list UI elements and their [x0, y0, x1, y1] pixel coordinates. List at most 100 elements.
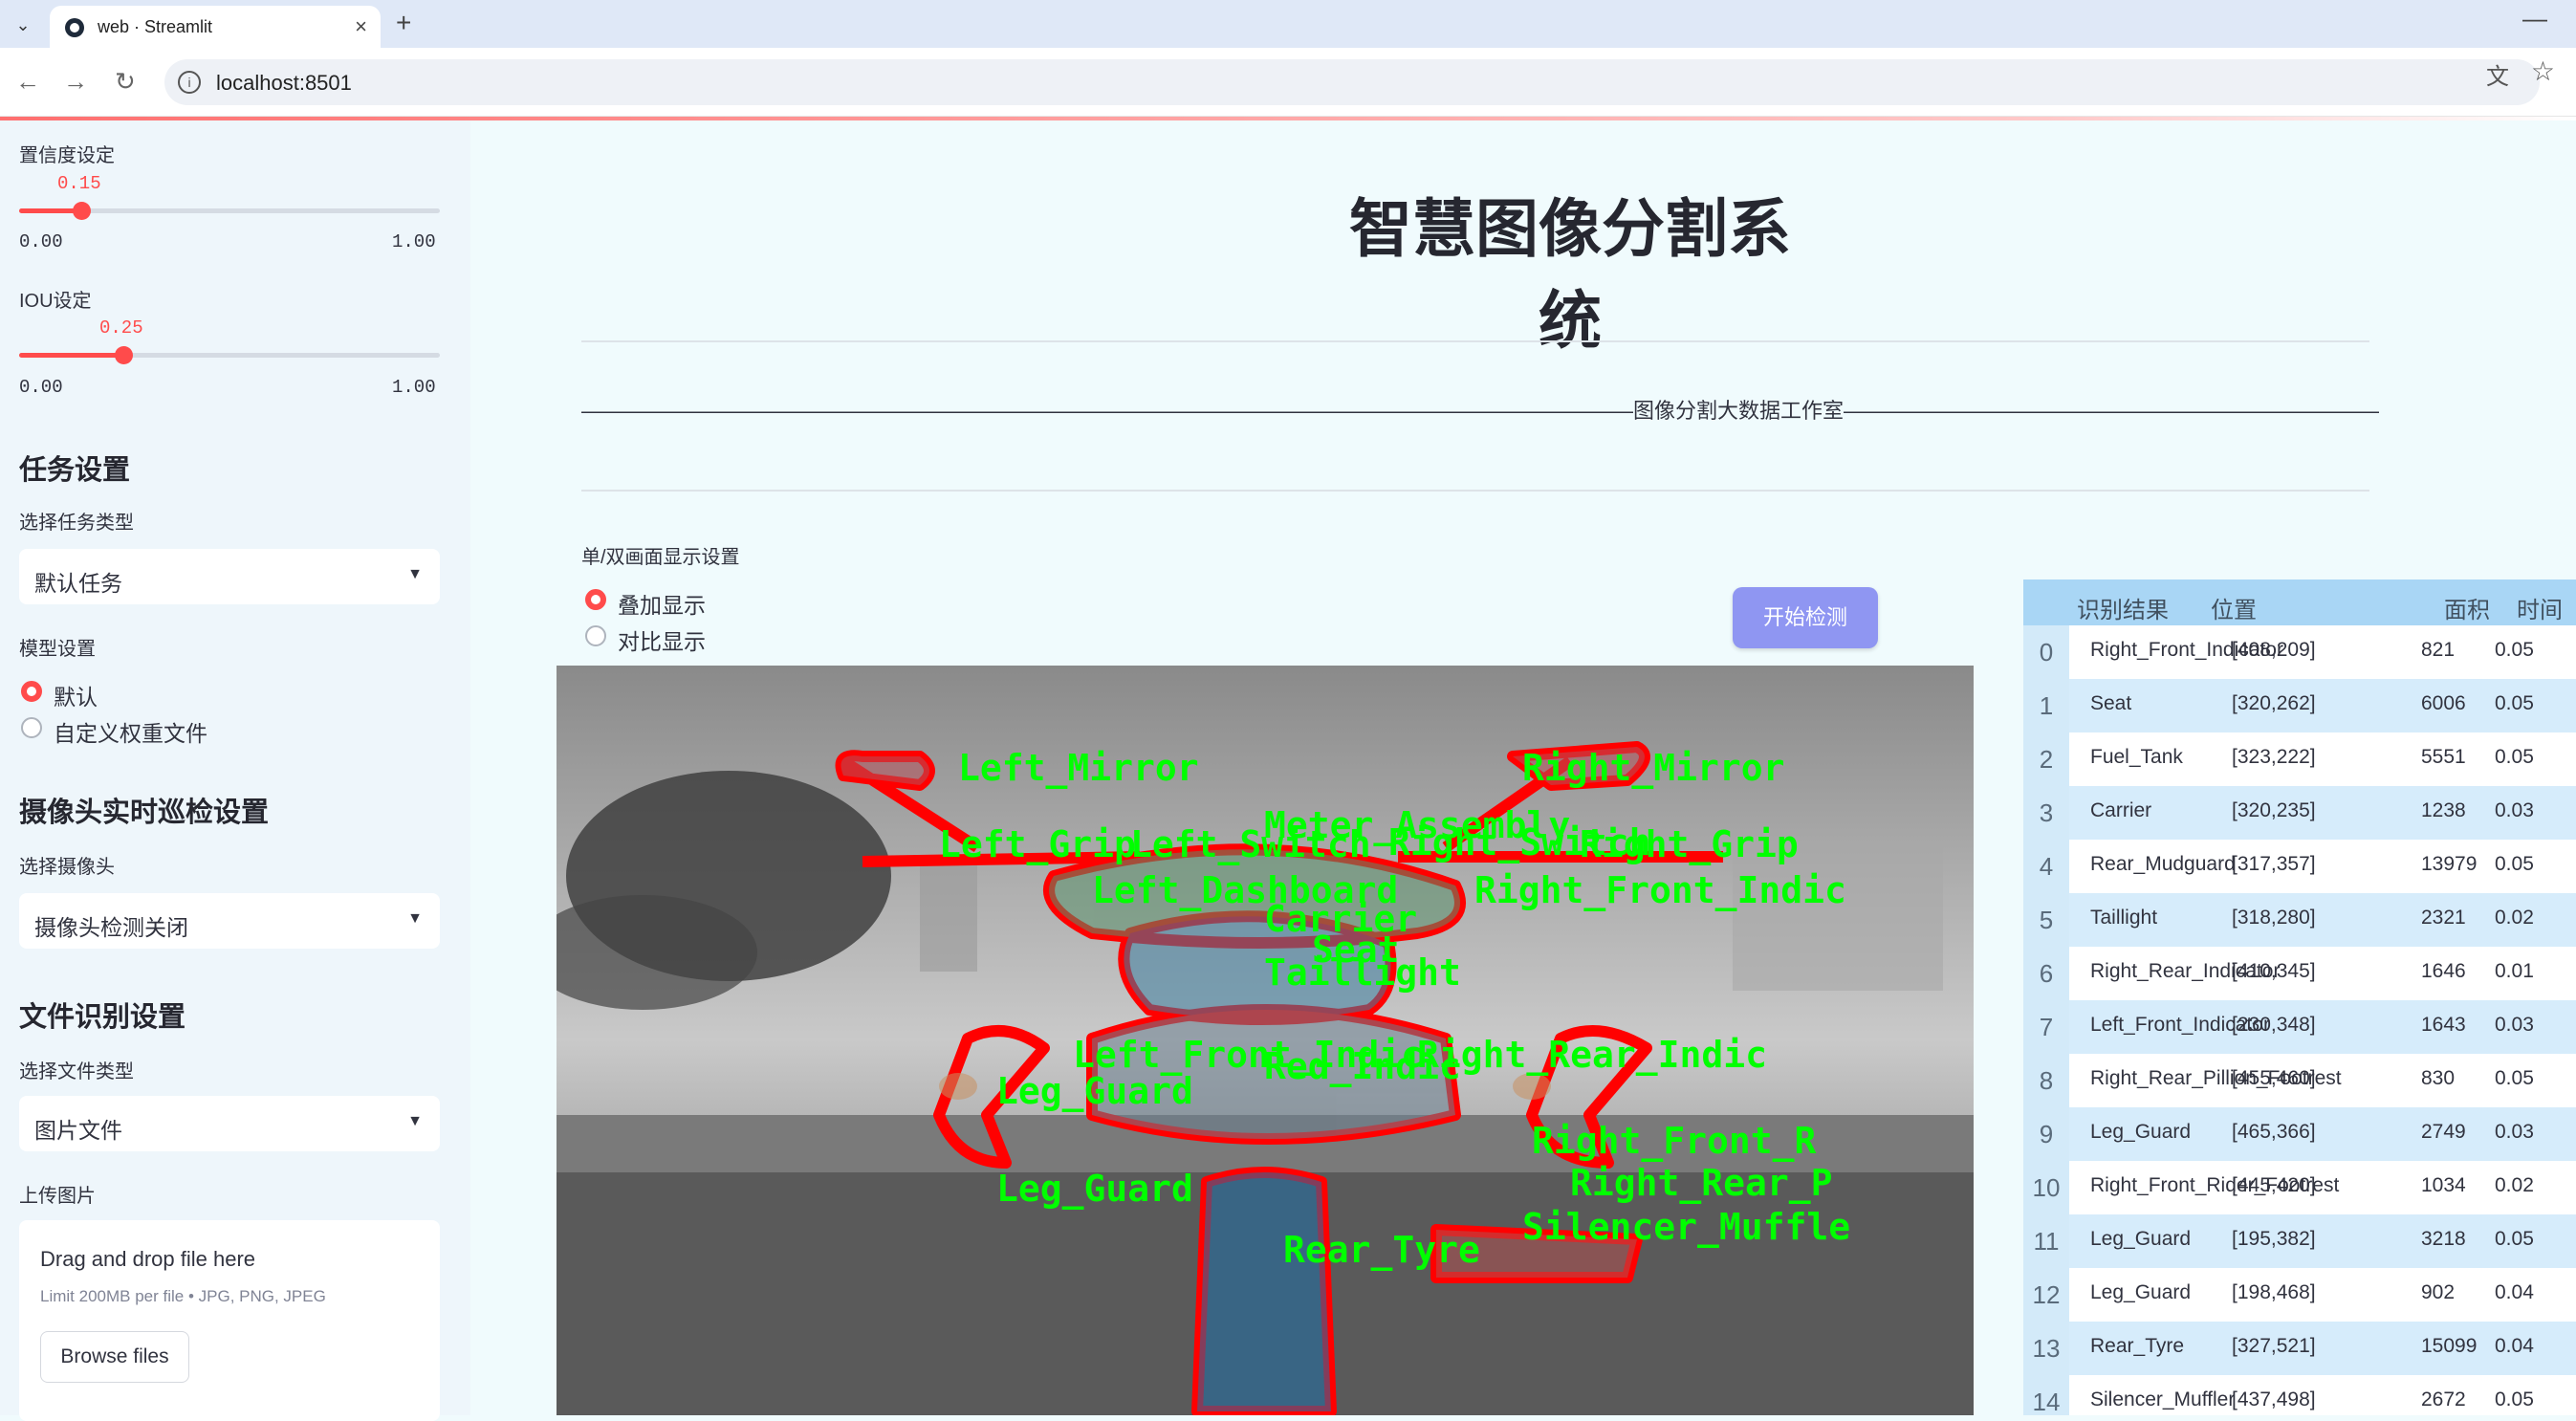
table-row[interactable]: 0 Right_Front_Indicator [408,209] 821 0.05 [2023, 625, 2576, 679]
model-default-radio[interactable] [21, 681, 42, 702]
cell-time: 0.05 [2495, 692, 2534, 714]
display-mode-label: 单/双画面显示设置 [581, 547, 740, 568]
row-index: 1 [2023, 679, 2069, 732]
cell-area: 902 [2421, 1281, 2456, 1303]
cell-time: 0.05 [2495, 1228, 2534, 1250]
cell-position: [323,222] [2232, 746, 2316, 768]
row-index: 0 [2023, 625, 2069, 679]
cell-area: 1034 [2421, 1174, 2466, 1196]
table-row[interactable]: 14 Silencer_Muffler [437,498] 2672 0.05 [2023, 1375, 2576, 1415]
image-label: Left_Switch [1130, 823, 1371, 865]
forward-arrow-icon[interactable]: → [63, 67, 88, 97]
segmentation-result-image: Left_Mirror Right_Mirror Meter_Assembly … [557, 666, 1974, 1415]
cell-result: Leg_Guard [2090, 1281, 2192, 1303]
confidence-value: 0.15 [57, 173, 101, 194]
cell-position: [320,235] [2232, 799, 2316, 821]
divider [581, 340, 2369, 342]
reload-icon[interactable]: ↻ [115, 67, 136, 97]
confidence-min: 0.00 [19, 231, 63, 252]
file-type-select[interactable]: 图片文件 ▼ [19, 1096, 440, 1151]
file-uploader-dropzone[interactable]: Drag and drop file here Limit 200MB per … [19, 1220, 440, 1421]
model-custom-radio[interactable] [21, 717, 42, 738]
table-row[interactable]: 2 Fuel_Tank [323,222] 5551 0.05 [2023, 732, 2576, 786]
iou-label: IOU设定 [19, 291, 92, 312]
task-type-select[interactable]: 默认任务 ▼ [19, 549, 440, 604]
browser-tab[interactable]: web · Streamlit × [50, 6, 381, 48]
cell-result: Rear_Mudguard [2090, 853, 2236, 875]
camera-select-label: 选择摄像头 [19, 857, 115, 878]
cell-time: 0.05 [2495, 1067, 2534, 1089]
translate-icon[interactable]: 文 [2486, 57, 2509, 91]
table-row[interactable]: 4 Rear_Mudguard [317,357] 13979 0.05 [2023, 840, 2576, 893]
table-row[interactable]: 9 Leg_Guard [465,366] 2749 0.03 [2023, 1107, 2576, 1161]
upload-title: Drag and drop file here [40, 1247, 256, 1271]
image-label: Left_Mirror [958, 747, 1199, 789]
row-index: 10 [2023, 1161, 2069, 1214]
iou-slider[interactable] [19, 346, 440, 364]
task-type-value: 默认任务 [34, 571, 122, 596]
tab-close-icon[interactable]: × [355, 14, 367, 39]
col-header-time[interactable]: 时间 [2517, 591, 2563, 624]
browser-tab-bar: ⌄ web · Streamlit × + — [0, 0, 2576, 48]
cell-result: Leg_Guard [2090, 1228, 2192, 1250]
cell-position: [455,460] [2232, 1067, 2316, 1089]
table-row[interactable]: 5 Taillight [318,280] 2321 0.02 [2023, 893, 2576, 947]
bookmark-star-icon[interactable]: ☆ [2531, 55, 2555, 87]
site-info-icon[interactable]: i [178, 71, 201, 94]
sidebar: 置信度设定 0.15 0.00 1.00 IOU设定 0.25 0.00 1.0… [0, 120, 470, 1421]
cell-area: 1643 [2421, 1014, 2466, 1036]
table-row[interactable]: 13 Rear_Tyre [327,521] 15099 0.04 [2023, 1322, 2576, 1375]
compare-display-radio[interactable] [585, 625, 606, 646]
col-header-area[interactable]: 面积 [2444, 591, 2490, 624]
task-settings-header: 任务设置 [19, 455, 131, 486]
confidence-slider[interactable] [19, 202, 440, 220]
task-type-label: 选择任务类型 [19, 513, 134, 534]
image-label: Left_Grip [939, 823, 1136, 865]
cell-position: [327,521] [2232, 1335, 2316, 1357]
table-row[interactable]: 11 Leg_Guard [195,382] 3218 0.05 [2023, 1214, 2576, 1268]
confidence-slider-thumb[interactable] [73, 202, 91, 220]
new-tab-icon[interactable]: + [396, 8, 411, 38]
cell-position: [318,280] [2232, 907, 2316, 929]
iou-slider-thumb[interactable] [115, 346, 133, 364]
cell-time: 0.02 [2495, 907, 2534, 929]
image-label: Right_Rear_Indic [1417, 1034, 1767, 1076]
upload-limit: Limit 200MB per file • JPG, PNG, JPEG [40, 1287, 326, 1305]
cell-area: 821 [2421, 639, 2456, 661]
compare-display-label[interactable]: 对比显示 [618, 623, 706, 656]
cell-time: 0.05 [2495, 1388, 2534, 1410]
image-label: Right_Front_R [1532, 1120, 1817, 1162]
row-index: 8 [2023, 1054, 2069, 1107]
table-row[interactable]: 7 Left_Front_Indicator [230,348] 1643 0.03 [2023, 1000, 2576, 1054]
cell-position: [445,420] [2232, 1174, 2316, 1196]
table-row[interactable]: 3 Carrier [320,235] 1238 0.03 [2023, 786, 2576, 840]
row-index: 5 [2023, 893, 2069, 947]
chevron-down-icon: ▼ [407, 1113, 423, 1129]
back-arrow-icon[interactable]: ← [15, 67, 40, 97]
results-table[interactable]: 识别结果 位置 面积 时间 0 Right_Front_Indicator [408… [2023, 579, 2576, 1415]
cell-result: Leg_Guard [2090, 1121, 2192, 1143]
camera-select[interactable]: 摄像头检测关闭 ▼ [19, 893, 440, 949]
col-header-position[interactable]: 位置 [2211, 591, 2257, 624]
model-default-label[interactable]: 默认 [54, 679, 98, 711]
file-settings-header: 文件识别设置 [19, 1002, 186, 1033]
cell-result: Carrier [2090, 799, 2152, 821]
row-index: 11 [2023, 1214, 2069, 1268]
start-detection-button[interactable]: 开始检测 [1733, 587, 1878, 648]
overlay-display-label[interactable]: 叠加显示 [618, 587, 706, 620]
col-header-result[interactable]: 识别结果 [2077, 591, 2169, 624]
table-row[interactable]: 12 Leg_Guard [198,468] 902 0.04 [2023, 1268, 2576, 1322]
iou-slider-fill [19, 353, 124, 358]
browse-files-button[interactable]: Browse files [40, 1331, 189, 1383]
overlay-display-radio[interactable] [585, 589, 606, 610]
url-field[interactable]: i localhost:8501 [164, 59, 2540, 105]
table-row[interactable]: 6 Right_Rear_Indicator [410,345] 1646 0.01 [2023, 947, 2576, 1000]
cell-time: 0.03 [2495, 1014, 2534, 1036]
segmented-motorcycle-picture: Left_Mirror Right_Mirror Meter_Assembly … [557, 666, 1974, 1415]
model-custom-label[interactable]: 自定义权重文件 [54, 715, 207, 748]
tab-search-chevron-icon[interactable]: ⌄ [10, 11, 36, 38]
minimize-icon[interactable]: — [2522, 4, 2547, 33]
table-row[interactable]: 8 Right_Rear_Pillion_Footrest [455,460] 830… [2023, 1054, 2576, 1107]
table-row[interactable]: 10 Right_Front_Rider_Footrest [445,420] 103… [2023, 1161, 2576, 1214]
table-row[interactable]: 1 Seat [320,262] 6006 0.05 [2023, 679, 2576, 732]
